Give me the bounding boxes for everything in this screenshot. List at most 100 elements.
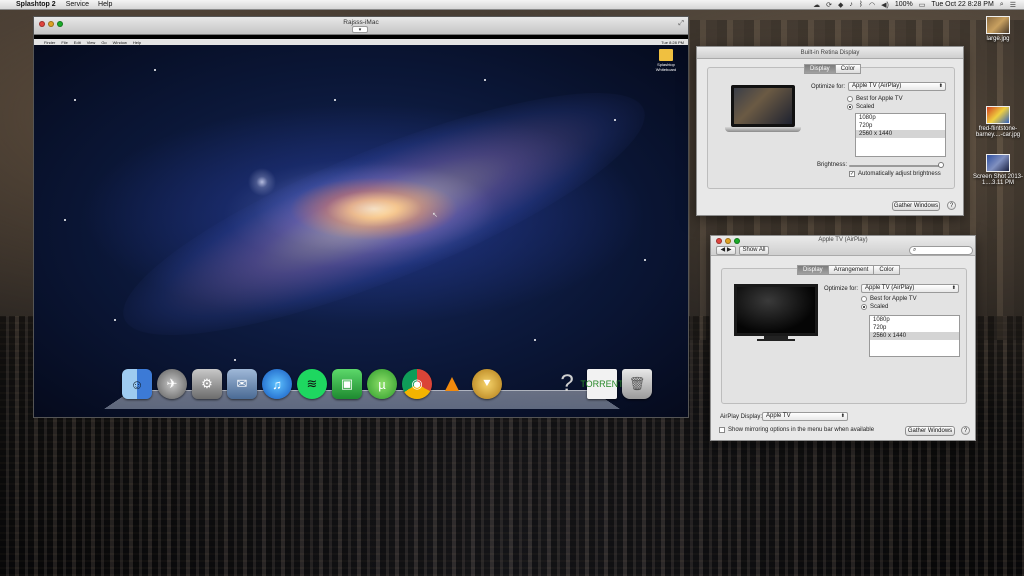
prefs-search-input[interactable]: ⌕ xyxy=(909,246,973,255)
status-volume-icon[interactable]: ◀) xyxy=(881,1,889,9)
tab-display[interactable]: Display xyxy=(804,64,836,74)
desktop-file-label: large.jpg xyxy=(986,36,1010,42)
radio-button-selected[interactable] xyxy=(861,304,867,310)
splashtop-remote-window[interactable]: Rajsss-iMac ▾ ⤢ Finder File Edit View Go… xyxy=(33,16,689,418)
menu-item-service[interactable]: Service xyxy=(66,1,89,8)
retina-radio-best-label: Best for Apple TV xyxy=(856,96,903,102)
plex-icon[interactable]: ⯆ xyxy=(472,369,502,399)
retina-radio-scaled[interactable]: Scaled xyxy=(847,104,874,110)
launchpad-icon[interactable]: ✈ xyxy=(157,369,187,399)
retina-radio-best[interactable]: Best for Apple TV xyxy=(847,96,903,102)
radio-button[interactable] xyxy=(847,96,853,102)
resolution-item[interactable]: 720p xyxy=(870,324,959,332)
tab-color[interactable]: Color xyxy=(873,265,900,275)
tv-display-icon xyxy=(734,284,818,336)
retina-radio-scaled-label: Scaled xyxy=(856,104,875,110)
splashtop-icon[interactable]: ▣ xyxy=(332,369,362,399)
popup-arrows-icon: ⬍ xyxy=(938,83,943,89)
search-icon: ⌕ xyxy=(913,247,917,253)
laptop-display-icon xyxy=(731,85,795,127)
itunes-icon[interactable]: ♫ xyxy=(262,369,292,399)
desktop-file-screenshot[interactable]: Screen Shot 2013-1....3.11 PM xyxy=(970,154,1024,186)
remote-toolbar-dropdown[interactable]: ▾ xyxy=(352,26,368,33)
back-forward-buttons[interactable]: ◀ ▶ xyxy=(716,246,736,255)
appletv-radio-scaled[interactable]: Scaled xyxy=(861,304,888,310)
status-cloud-icon[interactable]: ☁ xyxy=(813,1,820,9)
desktop-file-flintstone[interactable]: fred-flintstone-barney....-car.jpg xyxy=(970,106,1024,138)
status-sound-icon[interactable]: ♪ xyxy=(849,1,853,8)
trash-icon[interactable]: 🗑 xyxy=(622,369,652,399)
retina-gather-windows-button[interactable]: Gather Windows xyxy=(892,201,940,211)
vlc-icon[interactable]: ▲ xyxy=(437,369,467,399)
appletv-prefs-window[interactable]: Apple TV (AirPlay) ◀ ▶ Show All ⌕ Displa… xyxy=(710,235,976,441)
spotlight-search-icon[interactable]: ⌕ xyxy=(1000,1,1004,9)
remote-desktop-screen[interactable]: Finder File Edit View Go Window Help Tue… xyxy=(34,39,688,417)
resolution-item-selected[interactable]: 2560 x 1440 xyxy=(856,130,945,138)
menu-app-name[interactable]: Splashtop 2 xyxy=(16,1,56,8)
brightness-label: Brightness: xyxy=(817,162,848,168)
battery-icon[interactable]: ▭ xyxy=(919,1,926,9)
retina-optimize-popup[interactable]: Apple TV (AirPlay) ⬍ xyxy=(848,82,946,91)
dock: ☺ ✈ ⚙ ✉ ♫ ≋ ▣ µ ◉ ▲ ⯆ ? TORRENT 🗑 xyxy=(122,369,652,399)
resolution-item-selected[interactable]: 2560 x 1440 xyxy=(870,332,959,340)
remote-menu-view[interactable]: View xyxy=(87,40,96,45)
auto-brightness-checkbox[interactable]: ✓ Automatically adjust brightness xyxy=(849,171,941,177)
status-wifi-icon[interactable]: ◠ xyxy=(869,1,875,9)
menu-bar: Splashtop 2 Service Help ☁ ⟳ ◆ ♪ ᛒ ◠ ◀) … xyxy=(0,0,1024,10)
resolution-item[interactable]: 720p xyxy=(856,122,945,130)
remote-titlebar[interactable]: Rajsss-iMac ▾ ⤢ xyxy=(34,17,688,35)
retina-help-button[interactable]: ? xyxy=(947,201,956,210)
torrent-file-icon[interactable]: TORRENT xyxy=(580,369,624,399)
fullscreen-icon[interactable]: ⤢ xyxy=(678,20,684,28)
appletv-help-button[interactable]: ? xyxy=(961,426,970,435)
help-icon[interactable]: ? xyxy=(552,369,582,399)
notification-center-icon[interactable]: ☰ xyxy=(1010,1,1016,9)
appletv-resolution-list[interactable]: 1080p 720p 2560 x 1440 xyxy=(869,315,960,357)
appletv-radio-best[interactable]: Best for Apple TV xyxy=(861,296,917,302)
status-dropbox-icon[interactable]: ◆ xyxy=(838,1,843,9)
tab-color[interactable]: Color xyxy=(834,64,862,74)
chrome-icon[interactable]: ◉ xyxy=(402,369,432,399)
appletv-gather-windows-button[interactable]: Gather Windows xyxy=(905,426,955,436)
retina-display-prefs-window[interactable]: Built-in Retina Display Display Color Op… xyxy=(696,46,964,216)
radio-button-selected[interactable] xyxy=(847,104,853,110)
airplay-display-popup[interactable]: Apple TV ⬍ xyxy=(762,412,848,421)
remote-desktop-file[interactable]: Splashtop Whiteboard xyxy=(652,49,680,72)
remote-menu-edit[interactable]: Edit xyxy=(74,40,81,45)
mirroring-options-checkbox[interactable]: Show mirroring options in the menu bar w… xyxy=(719,427,874,433)
remote-menu-file[interactable]: File xyxy=(61,40,67,45)
menu-item-help[interactable]: Help xyxy=(98,1,112,8)
mail-icon[interactable]: ✉ xyxy=(227,369,257,399)
desktop-file-large-jpg[interactable]: large.jpg xyxy=(970,16,1024,42)
resolution-item[interactable]: 1080p xyxy=(856,114,945,122)
menu-clock[interactable]: Tue Oct 22 8:28 PM xyxy=(931,1,993,8)
brightness-slider-knob[interactable] xyxy=(938,162,944,168)
checkbox-checked[interactable]: ✓ xyxy=(849,171,855,177)
radio-button[interactable] xyxy=(861,296,867,302)
appletv-optimize-label: Optimize for: xyxy=(824,286,859,292)
tab-display[interactable]: Display xyxy=(797,265,829,275)
status-sync-icon[interactable]: ⟳ xyxy=(826,1,832,9)
remote-menu-go[interactable]: Go xyxy=(101,40,106,45)
remote-menu-finder[interactable]: Finder xyxy=(44,40,55,45)
galaxy-wallpaper xyxy=(100,48,668,380)
battery-percent[interactable]: 100% xyxy=(895,1,913,8)
finder-icon[interactable]: ☺ xyxy=(122,369,152,399)
remote-clock[interactable]: Tue 8:28 PM xyxy=(661,40,688,45)
utorrent-icon[interactable]: µ xyxy=(367,369,397,399)
retina-tabs: Display Color xyxy=(804,64,862,74)
checkbox[interactable] xyxy=(719,427,725,433)
appletv-optimize-popup[interactable]: Apple TV (AirPlay) ⬍ xyxy=(861,284,959,293)
retina-resolution-list[interactable]: 1080p 720p 2560 x 1440 xyxy=(855,113,946,157)
status-bluetooth-icon[interactable]: ᛒ xyxy=(859,1,863,8)
resolution-item[interactable]: 1080p xyxy=(870,316,959,324)
system-preferences-icon[interactable]: ⚙ xyxy=(192,369,222,399)
remote-window-title: Rajsss-iMac xyxy=(343,19,379,26)
tab-arrangement[interactable]: Arrangement xyxy=(827,265,875,275)
remote-menu-help[interactable]: Help xyxy=(133,40,141,45)
airplay-display-value: Apple TV xyxy=(766,413,791,419)
remote-menu-window[interactable]: Window xyxy=(113,40,127,45)
spotify-icon[interactable]: ≋ xyxy=(297,369,327,399)
show-all-button[interactable]: Show All xyxy=(739,246,769,255)
brightness-slider[interactable] xyxy=(849,165,943,167)
